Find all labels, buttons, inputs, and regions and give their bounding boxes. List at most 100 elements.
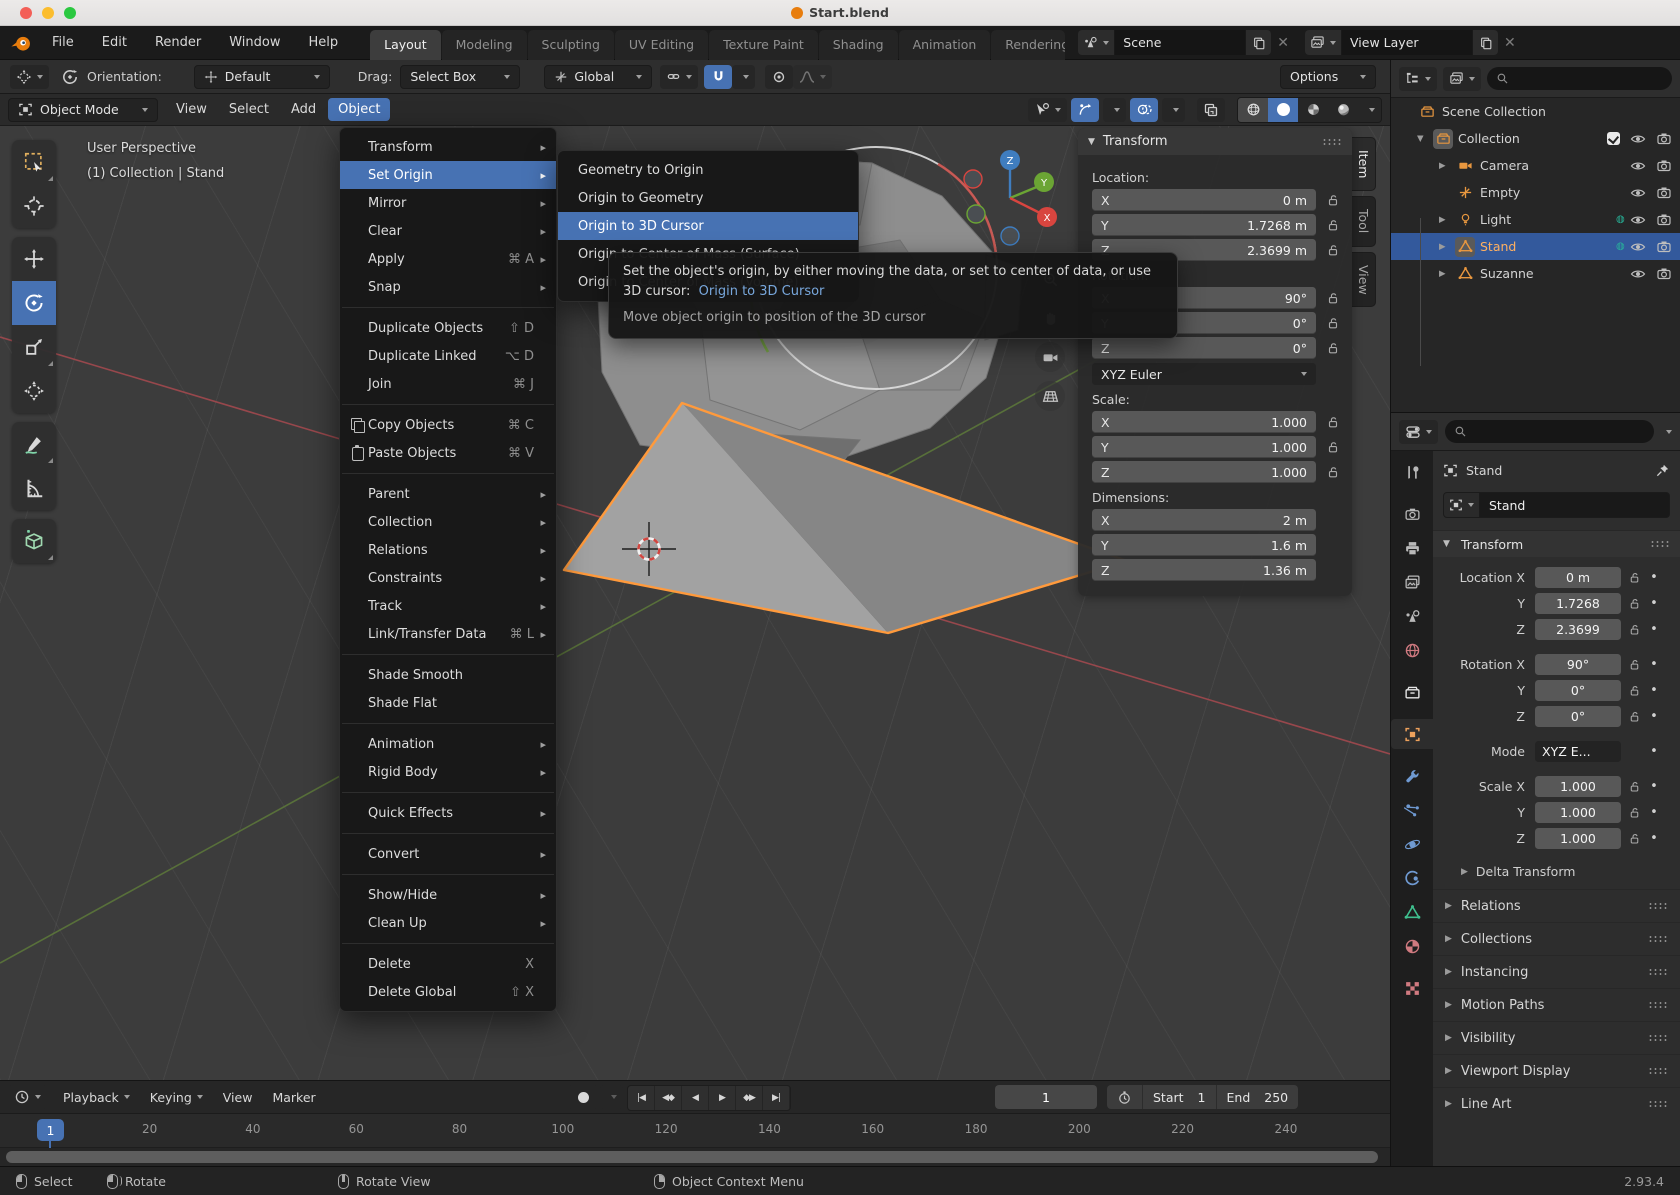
- new-view-layer-button[interactable]: [1472, 30, 1498, 55]
- shading-rendered-icon[interactable]: [1328, 98, 1358, 122]
- rotate-tool-button[interactable]: [12, 281, 56, 325]
- menu-item[interactable]: Join ⌘ J: [340, 370, 556, 398]
- property-value-field[interactable]: XYZ E...: [1535, 741, 1621, 762]
- lock-icon[interactable]: [1316, 291, 1340, 305]
- pin-icon[interactable]: [1655, 463, 1670, 478]
- timeline-menu-item[interactable]: Playback: [53, 1090, 140, 1105]
- menu-item[interactable]: Convert ▸: [340, 840, 556, 868]
- animate-dot-icon[interactable]: •: [1647, 596, 1661, 611]
- display-mode-icon[interactable]: [1399, 67, 1437, 91]
- filter-icon[interactable]: [1443, 67, 1481, 91]
- timeline-ruler[interactable]: 20406080100120140160180200220240 1: [0, 1114, 1390, 1148]
- property-panel-header[interactable]: ▶Collections: [1433, 922, 1680, 955]
- menu-item[interactable]: Set Origin ▸: [340, 161, 556, 189]
- panel-grip[interactable]: [1648, 968, 1668, 976]
- object-selector-icon[interactable]: [1443, 492, 1480, 518]
- end-frame-field[interactable]: End250: [1216, 1085, 1299, 1109]
- panel-grip[interactable]: [1648, 902, 1668, 910]
- transport-button[interactable]: ◀◆: [655, 1086, 682, 1110]
- outliner-search-input[interactable]: [1487, 67, 1672, 90]
- drag-dropdown[interactable]: Select Box: [400, 65, 520, 89]
- menu-item[interactable]: Duplicate Objects ⇧ D: [340, 314, 556, 342]
- sidebar-tab[interactable]: Tool: [1352, 196, 1376, 246]
- animate-dot-icon[interactable]: •: [1647, 709, 1661, 724]
- property-panel-header[interactable]: ▶Visibility: [1433, 1021, 1680, 1054]
- measure-tool-button[interactable]: [12, 466, 56, 510]
- shading-material-preview-icon[interactable]: [1298, 98, 1328, 122]
- viewport-menu-item[interactable]: Select: [219, 98, 279, 121]
- lock-icon[interactable]: [1621, 780, 1647, 793]
- outliner-row[interactable]: ▶ Light ◍: [1391, 206, 1680, 233]
- menu-item[interactable]: Snap ▸: [340, 273, 556, 301]
- overlays-toggle-icon[interactable]: [1130, 98, 1158, 122]
- disable-in-renders-camera-icon[interactable]: [1656, 157, 1672, 174]
- lock-icon[interactable]: [1316, 341, 1340, 355]
- expander-icon[interactable]: ▶: [1439, 161, 1455, 171]
- menu-item[interactable]: Duplicate Linked ⌥ D: [340, 342, 556, 370]
- expander-icon[interactable]: ▶: [1439, 242, 1455, 252]
- outliner-row[interactable]: Scene Collection ◍: [1391, 98, 1680, 125]
- value-field[interactable]: X2 m: [1092, 509, 1316, 531]
- options-dropdown[interactable]: Options: [1280, 65, 1376, 89]
- blender-logo-icon[interactable]: [10, 32, 32, 54]
- auto-keying-record-icon[interactable]: [568, 1085, 598, 1109]
- hide-in-viewport-eye-icon[interactable]: [1630, 265, 1646, 282]
- remove-view-layer-button[interactable]: ✕: [1498, 35, 1522, 51]
- lock-icon[interactable]: [1316, 440, 1340, 454]
- lock-icon[interactable]: [1316, 415, 1340, 429]
- value-field[interactable]: Y1.6 m: [1092, 534, 1316, 556]
- property-value-field[interactable]: 1.000: [1535, 802, 1621, 823]
- workspace-tab[interactable]: Layout: [370, 30, 441, 60]
- gizmos-toggle-icon[interactable]: [1071, 98, 1099, 122]
- outliner-row[interactable]: ▶ Stand ◍: [1391, 233, 1680, 260]
- property-value-field[interactable]: 1.000: [1535, 776, 1621, 797]
- workspace-tab[interactable]: Sculpting: [528, 30, 614, 60]
- sidebar-tab[interactable]: View: [1352, 252, 1376, 308]
- outliner-row[interactable]: ▶ Suzanne ◍: [1391, 260, 1680, 287]
- menu-item[interactable]: Rigid Body ▸: [340, 758, 556, 786]
- outliner-row[interactable]: ▼ Collection ◍: [1391, 125, 1680, 152]
- submenu-item[interactable]: Origin to Geometry: [558, 184, 858, 212]
- active-tool-icon[interactable]: [10, 65, 49, 89]
- use-preview-range-stopwatch-icon[interactable]: [1107, 1085, 1142, 1109]
- menu-item[interactable]: Collection ▸: [340, 508, 556, 536]
- timeline-menu-item[interactable]: View: [213, 1090, 263, 1105]
- transport-button[interactable]: ◆▶: [736, 1086, 763, 1110]
- mode-dropdown[interactable]: Object Mode: [8, 98, 158, 122]
- object-name-field[interactable]: Stand: [1480, 492, 1670, 518]
- property-panel-header[interactable]: ▶Motion Paths: [1433, 988, 1680, 1021]
- tab-material[interactable]: [1391, 931, 1433, 961]
- workspace-tab[interactable]: Modeling: [442, 30, 527, 60]
- start-frame-field[interactable]: Start1: [1142, 1085, 1216, 1109]
- tab-particles[interactable]: [1391, 795, 1433, 825]
- scene-icon[interactable]: [1078, 30, 1115, 55]
- panel-grip[interactable]: [1650, 540, 1670, 548]
- new-scene-button[interactable]: [1245, 30, 1271, 55]
- animate-dot-icon[interactable]: •: [1647, 805, 1661, 820]
- transport-button[interactable]: ▶|: [763, 1086, 790, 1110]
- menu-item[interactable]: Show/Hide ▸: [340, 881, 556, 909]
- shading-dropdown-chevron-icon[interactable]: [1358, 98, 1381, 122]
- topbar-menu-item[interactable]: Window: [215, 35, 294, 50]
- gizmos-dropdown-chevron-icon[interactable]: [1103, 98, 1126, 122]
- cursor-tool-button[interactable]: [12, 184, 56, 228]
- scale-tool-button[interactable]: [12, 325, 56, 369]
- menu-item[interactable]: Parent ▸: [340, 480, 556, 508]
- collection-checkbox[interactable]: [1607, 132, 1620, 145]
- disable-in-renders-camera-icon[interactable]: [1656, 184, 1672, 201]
- menu-item[interactable]: Quick Effects ▸: [340, 799, 556, 827]
- keying-set-chevron-icon[interactable]: [600, 1085, 623, 1109]
- timeline-editor-icon[interactable]: [8, 1085, 47, 1109]
- menu-item[interactable]: Delete X: [340, 950, 556, 978]
- lock-icon[interactable]: [1621, 832, 1647, 845]
- property-panel-header[interactable]: ▶Viewport Display: [1433, 1054, 1680, 1087]
- menu-item[interactable]: Clean Up ▸: [340, 909, 556, 937]
- unlink-scene-button[interactable]: ✕: [1271, 35, 1295, 51]
- menu-item[interactable]: Animation ▸: [340, 730, 556, 758]
- property-panel-header[interactable]: ▶Instancing: [1433, 955, 1680, 988]
- hide-in-viewport-eye-icon[interactable]: [1630, 157, 1646, 174]
- menu-item[interactable]: Paste Objects ⌘ V: [340, 439, 556, 467]
- delta-transform-toggle[interactable]: ▶Delta Transform: [1433, 852, 1680, 889]
- menu-item[interactable]: Clear ▸: [340, 217, 556, 245]
- value-field[interactable]: X0 m: [1092, 189, 1316, 211]
